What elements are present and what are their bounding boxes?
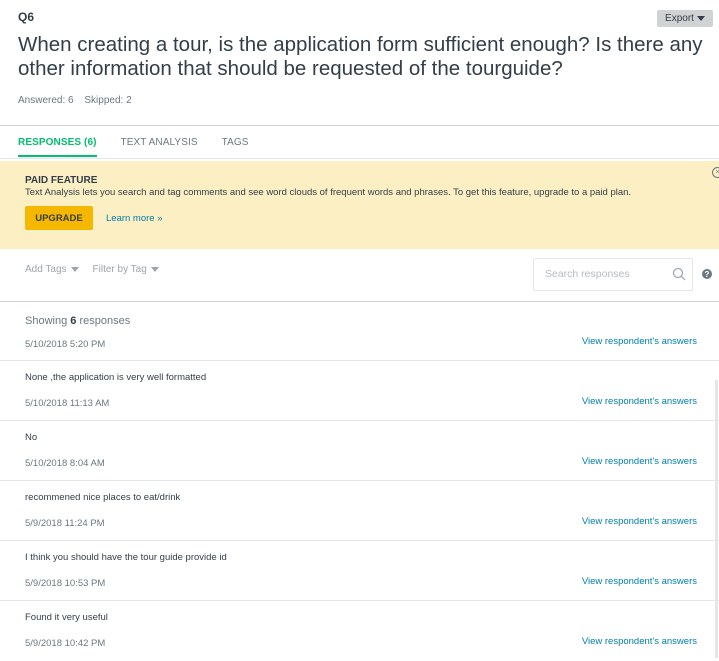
filter-by-tag-dropdown[interactable]: Filter by Tag bbox=[93, 264, 159, 275]
tab-tags[interactable]: TAGS bbox=[222, 137, 249, 157]
tag-toolbar: Add Tags Filter by Tag bbox=[25, 264, 173, 275]
tab-responses[interactable]: RESPONSES (6) bbox=[18, 137, 97, 157]
question-number: Q6 bbox=[18, 10, 35, 24]
chevron-down-icon bbox=[150, 267, 159, 272]
response-row: None ,the application is very well forma… bbox=[0, 361, 719, 421]
search-box bbox=[533, 258, 693, 291]
response-date: 5/10/2018 11:13 AM bbox=[25, 398, 110, 409]
response-row: No 5/10/2018 8:04 AM View respondent's a… bbox=[0, 421, 719, 481]
question-title: When creating a tour, is the application… bbox=[18, 33, 703, 80]
response-date: 5/10/2018 5:20 PM bbox=[25, 339, 106, 350]
response-date: 5/9/2018 10:53 PM bbox=[25, 578, 106, 589]
add-tags-label: Add Tags bbox=[25, 264, 67, 275]
scrollbar[interactable] bbox=[715, 380, 718, 658]
response-date: 5/9/2018 11:24 PM bbox=[25, 518, 105, 529]
tab-bar: RESPONSES (6) TEXT ANALYSIS TAGS bbox=[18, 137, 273, 157]
learn-more-link[interactable]: Learn more » bbox=[106, 213, 163, 224]
response-text: recommened nice places to eat/drink bbox=[25, 492, 181, 503]
view-respondent-link[interactable]: View respondent's answers bbox=[582, 636, 697, 647]
skipped-count: Skipped: 2 bbox=[84, 95, 132, 106]
view-respondent-link[interactable]: View respondent's answers bbox=[582, 336, 697, 347]
response-text: Found it very useful bbox=[25, 612, 108, 623]
response-row: recommened nice places to eat/drink 5/9/… bbox=[0, 481, 719, 541]
divider bbox=[0, 158, 719, 159]
response-text: None ,the application is very well forma… bbox=[25, 372, 207, 383]
response-row: 5/10/2018 5:20 PM View respondent's answ… bbox=[0, 301, 719, 361]
add-tags-dropdown[interactable]: Add Tags bbox=[25, 264, 79, 275]
response-date: 5/9/2018 10:42 PM bbox=[25, 638, 106, 649]
banner-text: Text Analysis lets you search and tag co… bbox=[25, 187, 632, 198]
search-input[interactable] bbox=[543, 267, 667, 281]
view-respondent-link[interactable]: View respondent's answers bbox=[582, 396, 697, 407]
filter-by-tag-label: Filter by Tag bbox=[92, 264, 147, 275]
response-date: 5/10/2018 8:04 AM bbox=[25, 458, 105, 469]
view-respondent-link[interactable]: View respondent's answers bbox=[582, 516, 697, 527]
help-icon[interactable]: ? bbox=[702, 269, 712, 279]
tab-text-analysis[interactable]: TEXT ANALYSIS bbox=[121, 137, 198, 157]
chevron-down-icon bbox=[696, 16, 705, 21]
paid-feature-banner: PAID FEATURE Text Analysis lets you sear… bbox=[0, 161, 719, 249]
response-row: Found it very useful 5/9/2018 10:42 PM V… bbox=[0, 601, 719, 661]
response-text: No bbox=[25, 432, 38, 443]
divider bbox=[0, 125, 719, 126]
upgrade-button[interactable]: UPGRADE bbox=[25, 206, 93, 230]
view-respondent-link[interactable]: View respondent's answers bbox=[582, 456, 697, 467]
response-text: I think you should have the tour guide p… bbox=[25, 552, 227, 563]
export-label: Export bbox=[665, 13, 694, 24]
chevron-down-icon bbox=[70, 267, 79, 272]
banner-title: PAID FEATURE bbox=[25, 175, 98, 186]
view-respondent-link[interactable]: View respondent's answers bbox=[582, 576, 697, 587]
search-icon[interactable] bbox=[672, 267, 686, 281]
export-button[interactable]: Export bbox=[657, 10, 713, 27]
answered-count: Answered: 6 bbox=[18, 95, 74, 106]
response-counts: Answered: 6 Skipped: 2 bbox=[18, 95, 132, 106]
response-row: I think you should have the tour guide p… bbox=[0, 541, 719, 601]
close-icon[interactable]: × bbox=[712, 167, 719, 178]
